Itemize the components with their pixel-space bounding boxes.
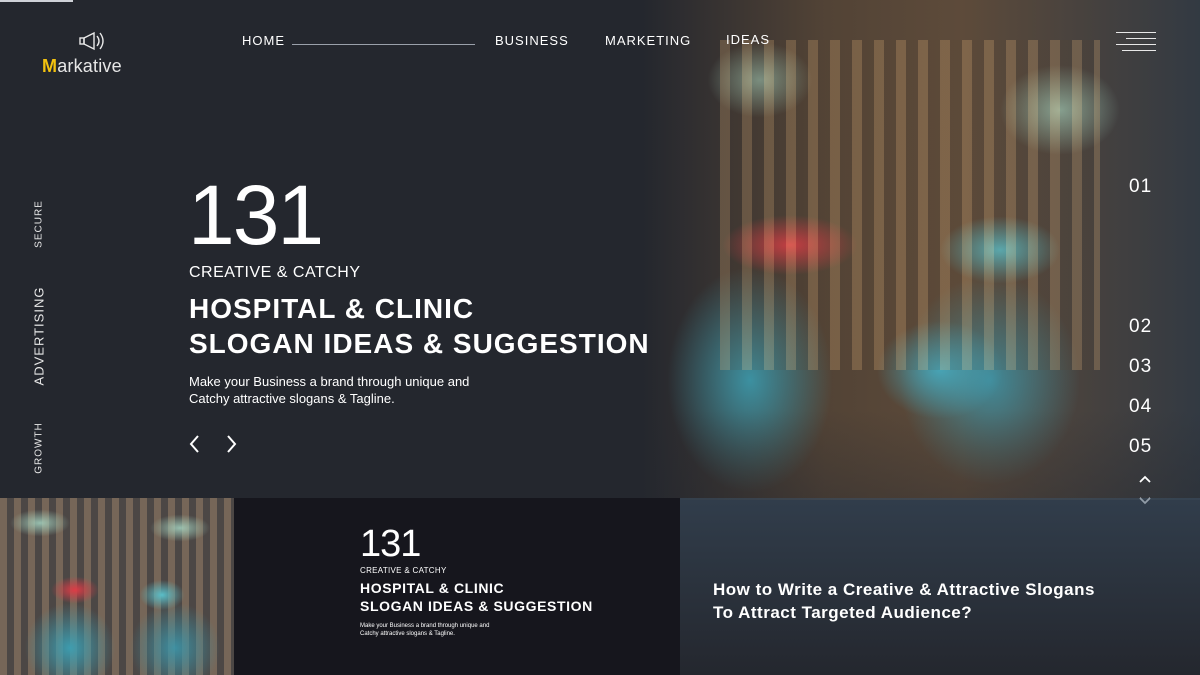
- nav-item-business[interactable]: BUSINESS: [495, 33, 569, 48]
- card-headline-line1: HOSPITAL & CLINIC: [360, 580, 505, 596]
- hero-image: [520, 0, 1200, 500]
- logo-text: arkative: [57, 56, 122, 76]
- hamburger-menu-icon[interactable]: [1112, 30, 1156, 58]
- card-headline-line2: SLOGAN IDEAS & SUGGESTION: [360, 598, 593, 614]
- nav-item-ideas[interactable]: IDEAS: [726, 32, 770, 47]
- slide-preview-card[interactable]: 131 CREATIVE & CATCHY HOSPITAL & CLINIC …: [234, 498, 680, 675]
- hero-headline: HOSPITAL & CLINIC SLOGAN IDEAS & SUGGEST…: [189, 291, 650, 361]
- page: Markative HOME BUSINESS MARKETING IDEAS …: [0, 0, 1200, 675]
- side-word-growth: GROWTH: [33, 422, 45, 474]
- hero-description: Make your Business a brand through uniqu…: [189, 373, 549, 407]
- logo[interactable]: Markative: [42, 30, 142, 80]
- slide-number-02[interactable]: 02: [1129, 316, 1152, 338]
- chevron-up-icon[interactable]: [1136, 472, 1154, 486]
- logo-wordmark: Markative: [42, 56, 122, 77]
- article-title-line1: How to Write a Creative & Attractive Slo…: [713, 580, 1095, 599]
- hero-image-window-blinds: [720, 40, 1100, 370]
- card-headline: HOSPITAL & CLINIC SLOGAN IDEAS & SUGGEST…: [360, 579, 593, 615]
- megaphone-icon: [79, 31, 104, 51]
- side-word-advertising: ADVERTISING: [31, 286, 47, 386]
- hero-description-line1: Make your Business a brand through uniqu…: [189, 374, 470, 389]
- slide-number-03[interactable]: 03: [1129, 356, 1152, 378]
- card-description-line1: Make your Business a brand through uniqu…: [360, 623, 490, 629]
- chevron-right-icon[interactable]: [220, 432, 242, 456]
- nav-active-underline: [292, 44, 475, 45]
- logo-letter-m: M: [42, 56, 58, 76]
- slide-number-04[interactable]: 04: [1129, 396, 1152, 418]
- hero-headline-line1: HOSPITAL & CLINIC: [189, 293, 475, 324]
- hero-headline-line2: SLOGAN IDEAS & SUGGESTION: [189, 328, 650, 359]
- slide-number-01[interactable]: 01: [1129, 176, 1152, 198]
- article-title-link[interactable]: How to Write a Creative & Attractive Slo…: [713, 578, 1173, 624]
- hero-description-line2: Catchy attractive slogans & Tagline.: [189, 391, 395, 406]
- card-number: 131: [360, 523, 421, 565]
- chevron-left-icon[interactable]: [184, 432, 206, 456]
- hero-number: 131: [188, 168, 324, 262]
- top-progress-line: [0, 0, 73, 2]
- nav-item-marketing[interactable]: MARKETING: [605, 33, 691, 48]
- card-description: Make your Business a brand through uniqu…: [360, 622, 560, 638]
- nav-item-home[interactable]: HOME: [242, 33, 285, 48]
- card-kicker: CREATIVE & CATCHY: [360, 566, 447, 575]
- slide-number-05[interactable]: 05: [1129, 436, 1152, 458]
- side-word-secure: SECURE: [33, 200, 45, 248]
- hero-kicker: CREATIVE & CATCHY: [189, 264, 361, 281]
- card-description-line2: Catchy attractive slogans & Tagline.: [360, 631, 455, 637]
- hero-image-fade: [520, 410, 1200, 500]
- thumbnail-image[interactable]: [0, 498, 234, 675]
- article-title-line2: To Attract Targeted Audience?: [713, 603, 973, 622]
